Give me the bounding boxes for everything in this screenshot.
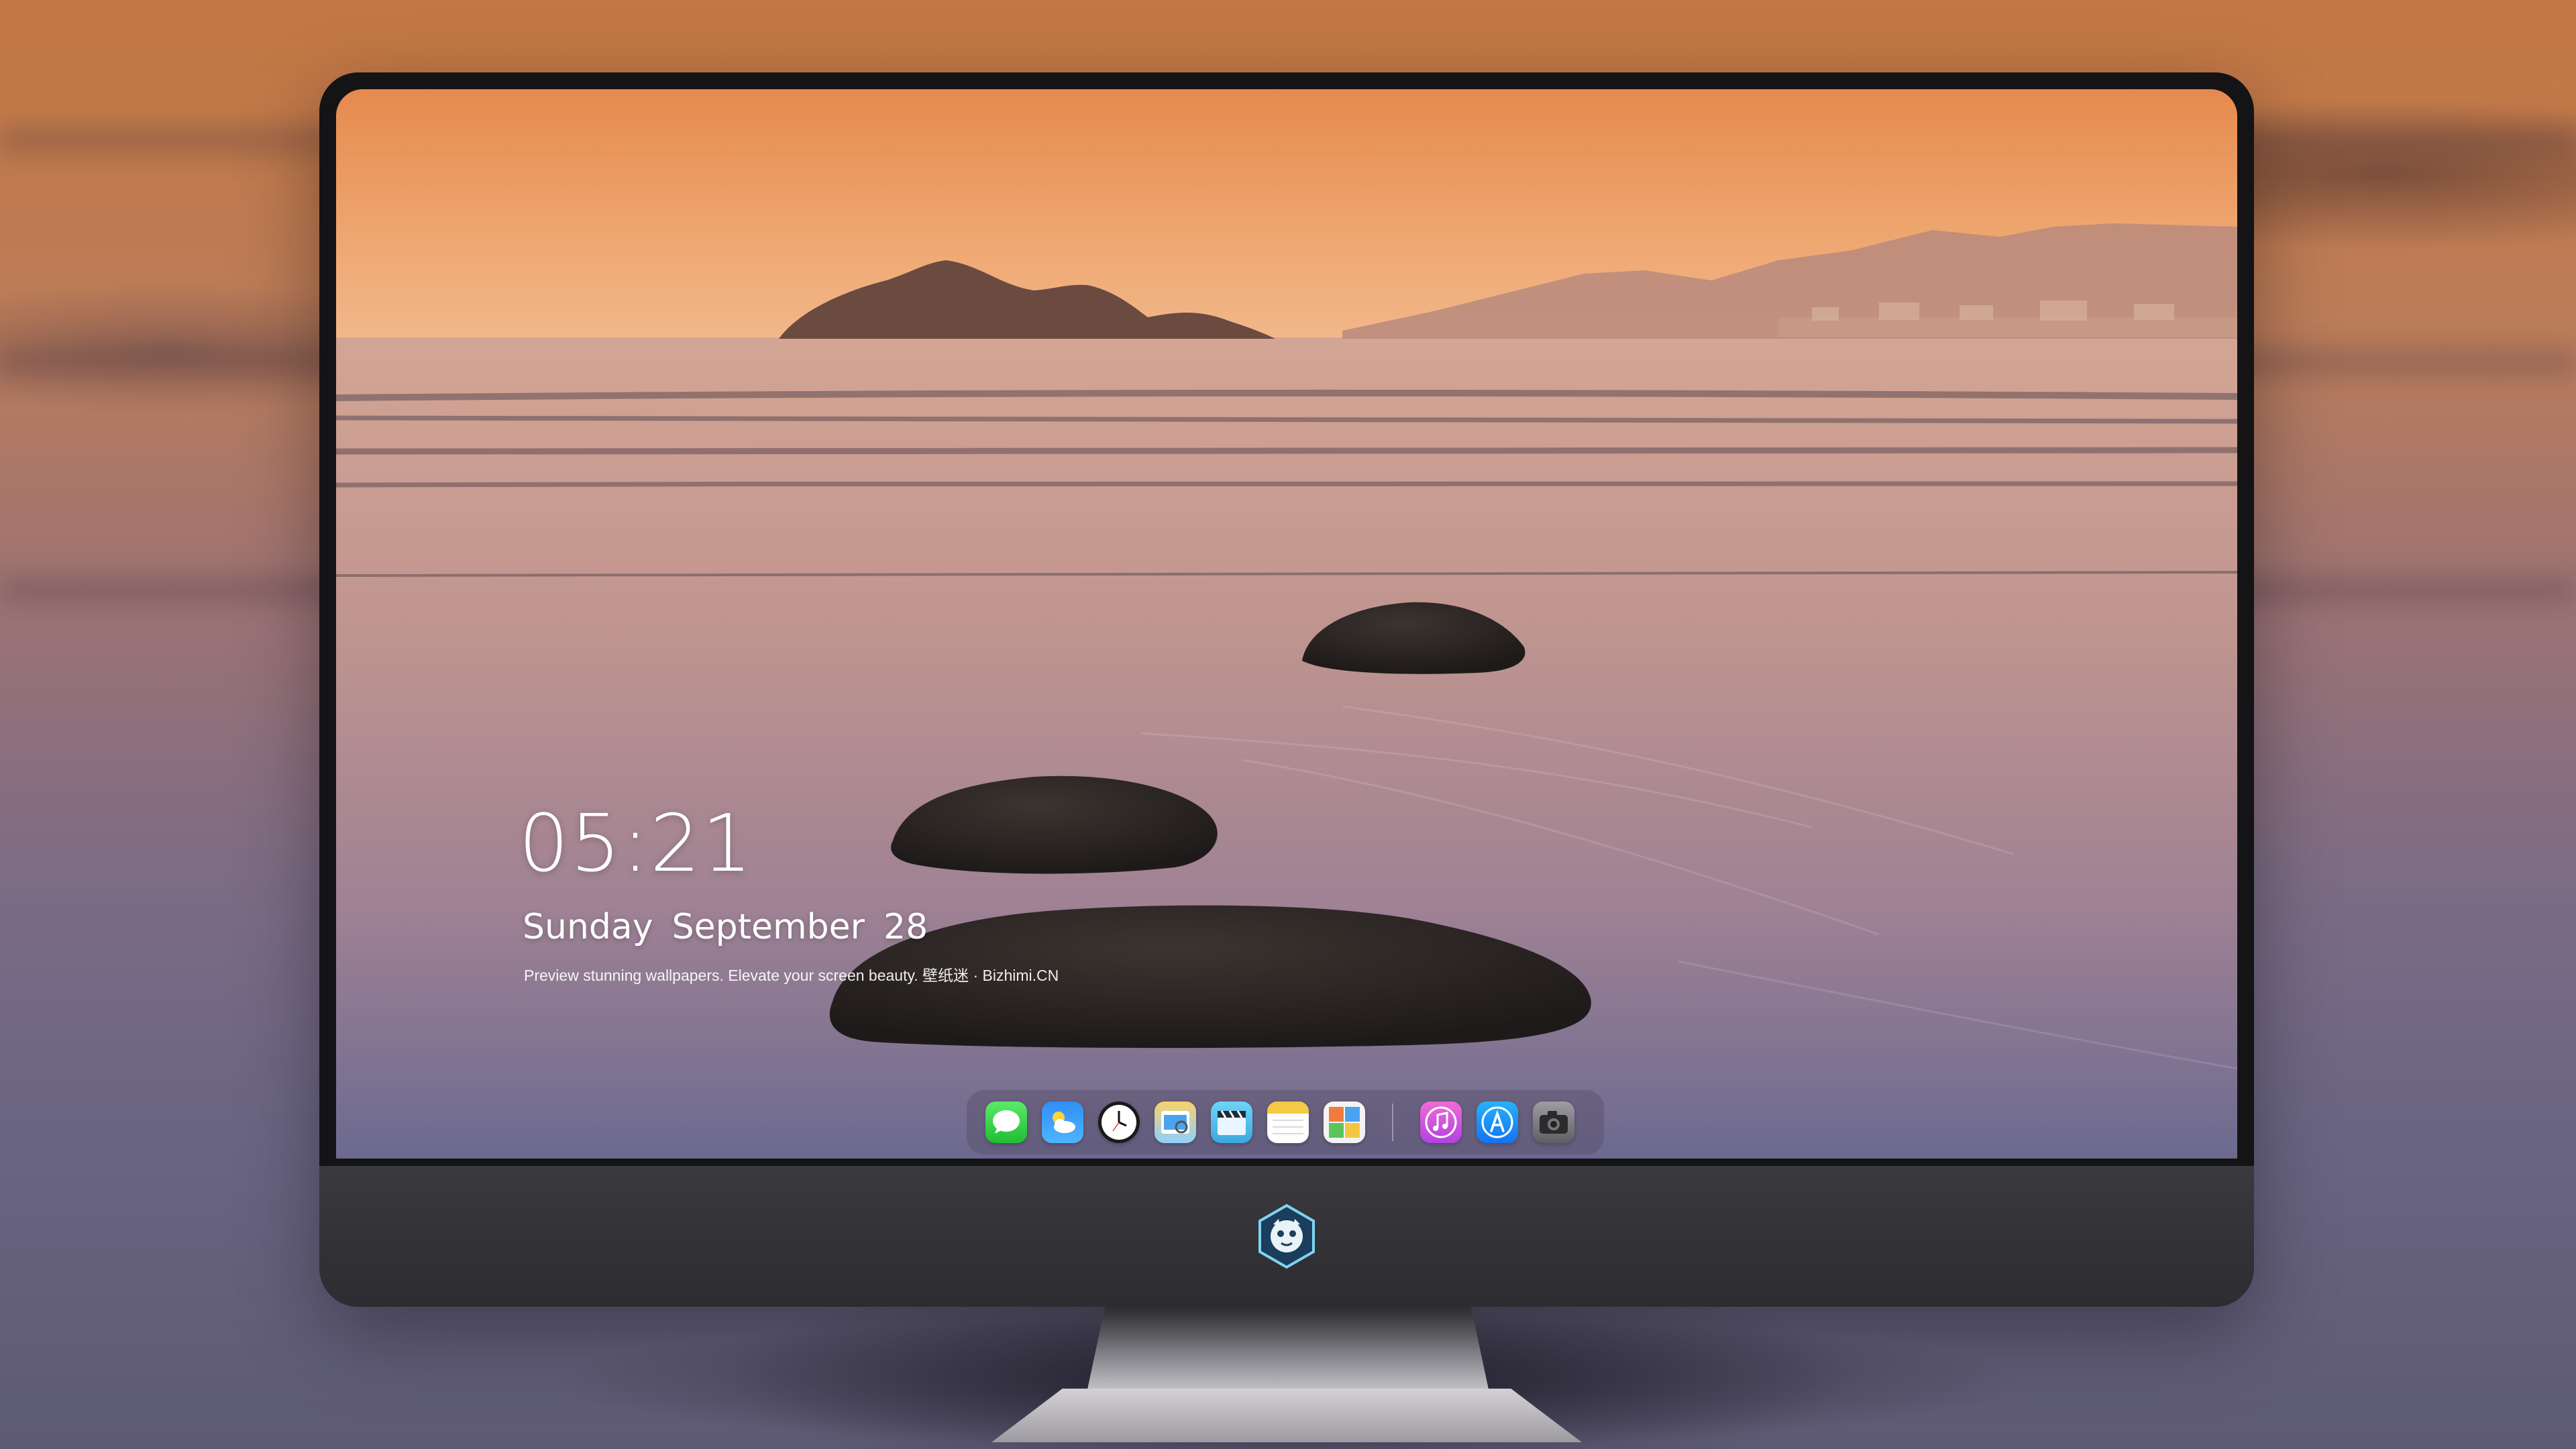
photo-booth-icon[interactable]: [1324, 1102, 1365, 1143]
monitor-screen: 05:21 Sunday September 28 Preview stunning…: [336, 89, 2237, 1159]
dock: [967, 1090, 1604, 1155]
clock-icon[interactable]: [1098, 1102, 1140, 1143]
music-note-icon[interactable]: [1420, 1102, 1462, 1143]
app-store-icon[interactable]: [1477, 1102, 1518, 1143]
lock-clock: 05:21: [519, 797, 754, 890]
mascot-logo-icon: [1258, 1203, 1315, 1269]
preview-icon[interactable]: [1155, 1102, 1196, 1143]
monitor-stand-foot: [991, 1389, 1582, 1442]
date-day: 28: [883, 907, 928, 947]
dock-separator: [1392, 1104, 1393, 1141]
messages-icon[interactable]: [985, 1102, 1027, 1143]
wallpaper: [336, 89, 2237, 1159]
lock-date: Sunday September 28: [523, 910, 928, 945]
camera-icon[interactable]: [1533, 1102, 1574, 1143]
wallpaper-tagline: Preview stunning wallpapers. Elevate you…: [524, 967, 1059, 984]
stage: 05:21 Sunday September 28 Preview stunning…: [0, 0, 2576, 1449]
date-weekday: Sunday: [523, 907, 653, 947]
clapperboard-icon[interactable]: [1211, 1102, 1252, 1143]
monitor: 05:21 Sunday September 28 Preview stunning…: [319, 72, 2254, 1307]
notes-icon[interactable]: [1267, 1102, 1309, 1143]
weather-icon[interactable]: [1042, 1102, 1083, 1143]
date-month: September: [672, 907, 865, 947]
